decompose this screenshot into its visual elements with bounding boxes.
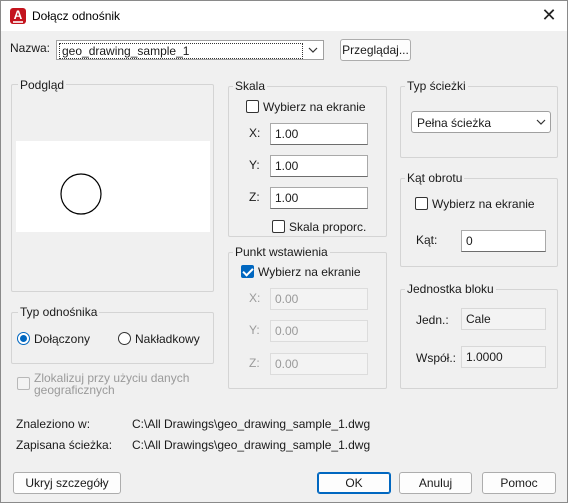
scale-pick-label: Wybierz na ekranie	[263, 100, 366, 114]
path-type-group-title: Typ ścieżki	[405, 79, 468, 93]
geolocate-label-line2: geograficznych	[34, 383, 115, 397]
scale-y-input[interactable]: 1.00	[270, 155, 368, 177]
insertion-y-label: Y:	[249, 323, 260, 337]
scale-pick-checkbox[interactable]	[246, 100, 259, 113]
scale-group-title: Skala	[233, 79, 268, 93]
scale-x-label: X:	[249, 126, 261, 140]
dialog-title: Dołącz odnośnik	[32, 9, 121, 23]
block-factor-label: Współ.:	[416, 351, 457, 365]
chevron-down-icon	[536, 119, 546, 125]
ok-button[interactable]: OK	[317, 472, 391, 494]
path-type-select[interactable]: Pełna ścieżka	[411, 111, 551, 133]
uniform-scale-checkbox[interactable]	[272, 220, 285, 233]
block-factor-value: 1.0000	[461, 346, 546, 368]
overlay-radio[interactable]	[118, 332, 131, 345]
rotation-group-title: Kąt obrotu	[405, 171, 465, 185]
browse-button[interactable]: Przeglądaj...	[340, 39, 411, 61]
cancel-button[interactable]: Anuluj	[399, 472, 472, 494]
scale-y-label: Y:	[249, 158, 260, 172]
attached-radio-label: Dołączony	[34, 332, 91, 346]
insertion-point-group-title: Punkt wstawienia	[233, 245, 330, 259]
insertion-z-label: Z:	[249, 356, 260, 370]
block-unit-value: Cale	[461, 308, 546, 330]
overlay-radio-label: Nakładkowy	[135, 332, 200, 346]
preview-circle-drawing	[60, 173, 102, 215]
insertion-x-label: X:	[249, 291, 261, 305]
help-button[interactable]: Pomoc	[482, 472, 556, 494]
name-combobox[interactable]: geo_drawing_sample_1	[56, 40, 324, 60]
rotation-pick-label: Wybierz na ekranie	[432, 197, 535, 211]
found-in-label: Znaleziono w:	[16, 417, 91, 431]
name-combobox-value: geo_drawing_sample_1	[59, 43, 303, 59]
autocad-app-icon: A	[10, 8, 26, 24]
insertion-x-input[interactable]: 0.00	[270, 288, 368, 310]
insertion-pick-checkbox[interactable]	[241, 265, 254, 278]
block-unit-label: Jedn.:	[416, 313, 449, 327]
saved-path-label: Zapisana ścieżka:	[16, 438, 113, 452]
scale-z-label: Z:	[249, 190, 260, 204]
close-button[interactable]: ✕	[537, 5, 561, 27]
path-type-select-value: Pełna ścieżka	[417, 116, 492, 130]
attached-radio[interactable]	[17, 332, 30, 345]
title-bar: A Dołącz odnośnik ✕	[1, 1, 567, 31]
geolocate-checkbox[interactable]	[17, 377, 30, 390]
insertion-pick-label: Wybierz na ekranie	[258, 265, 361, 279]
insertion-z-input[interactable]: 0.00	[270, 353, 368, 375]
saved-path-value: C:\All Drawings\geo_drawing_sample_1.dwg	[132, 438, 371, 452]
insertion-y-input[interactable]: 0.00	[270, 320, 368, 342]
chevron-down-icon	[308, 47, 318, 53]
rotation-pick-checkbox[interactable]	[415, 197, 428, 210]
uniform-scale-label: Skala proporc.	[289, 220, 367, 234]
scale-z-input[interactable]: 1.00	[270, 187, 368, 209]
name-label: Nazwa:	[10, 41, 51, 55]
attach-reference-dialog: A Dołącz odnośnik ✕ Nazwa: geo_drawing_s…	[0, 0, 568, 503]
block-unit-group-title: Jednostka bloku	[405, 282, 496, 296]
rotation-angle-label: Kąt:	[416, 233, 438, 247]
preview-group-title: Podgląd	[18, 78, 67, 92]
rotation-angle-input[interactable]: 0	[461, 230, 546, 252]
reference-type-group-title: Typ odnośnika	[18, 305, 100, 319]
preview-canvas	[16, 141, 210, 232]
scale-x-input[interactable]: 1.00	[270, 123, 368, 145]
found-in-value: C:\All Drawings\geo_drawing_sample_1.dwg	[132, 417, 371, 431]
hide-details-button[interactable]: Ukryj szczegóły	[13, 472, 121, 494]
rotation-group	[400, 178, 558, 267]
block-unit-group	[400, 289, 558, 389]
